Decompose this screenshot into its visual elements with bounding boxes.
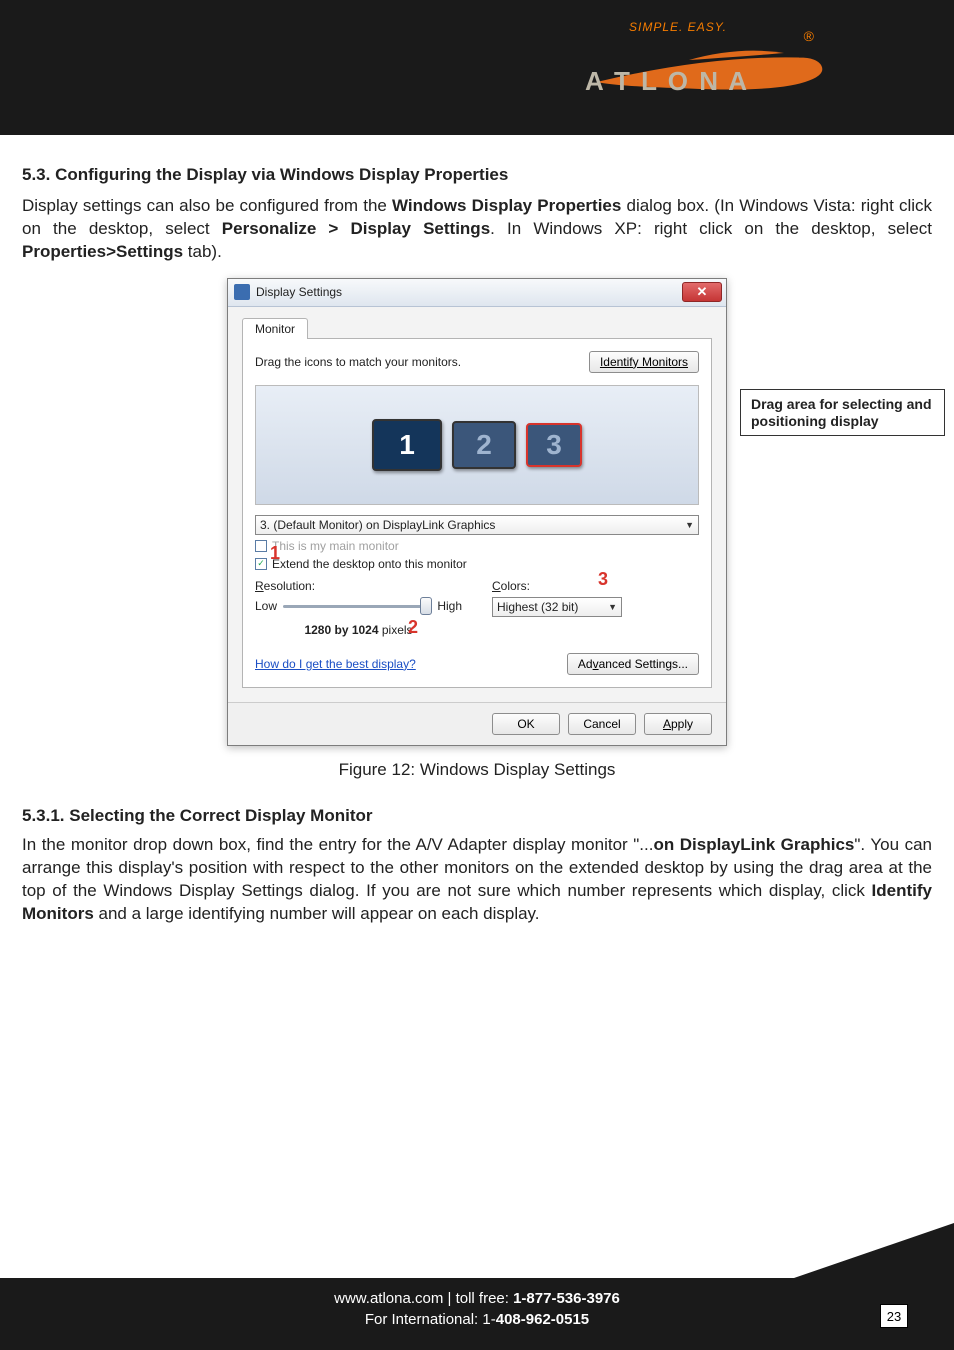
chevron-down-icon: ▼ [608,602,617,612]
text: pply [671,717,693,731]
slider-low: Low [255,599,277,613]
monitor-1-icon[interactable]: 1 [372,419,442,471]
svg-text:A T L O N A: A T L O N A [585,66,749,96]
resolution-slider[interactable]: Low High [255,595,462,619]
advanced-settings-button[interactable]: Advanced Settings... [567,653,699,675]
brand-tagline: SIMPLE. EASY. [629,20,829,34]
slider-thumb-icon[interactable] [420,597,432,615]
monitor-drag-area[interactable]: 1 2 3 [255,385,699,505]
text: olors: [501,579,530,593]
ok-button[interactable]: OK [492,713,560,735]
tab-monitor[interactable]: Monitor [242,318,308,339]
checkbox-label: This is my main monitor [272,539,399,553]
text-bold: 1-877-536-3976 [513,1290,620,1307]
display-settings-dialog: 1 2 3 Drag area for selecting and positi… [227,278,727,746]
text: In the monitor drop down box, find the e… [22,835,653,854]
help-link[interactable]: How do I get the best display? [255,657,416,671]
callout-drag-area: Drag area for selecting and positioning … [740,389,945,437]
section-heading: 5.3. Configuring the Display via Windows… [22,165,932,185]
dropdown-value: 3. (Default Monitor) on DisplayLink Grap… [260,518,495,532]
chevron-down-icon: ▼ [685,520,694,530]
text: Ad [578,657,593,671]
subsection-paragraph: In the monitor drop down box, find the e… [22,834,932,926]
page-footer: www.atlona.com | toll free: 1-877-536-39… [0,1278,954,1350]
checkbox-extend-desktop[interactable]: ✓ Extend the desktop onto this monitor [255,557,699,571]
text: 1280 by 1024 [304,623,378,637]
resolution-label: Resolution: [255,579,315,593]
checkbox-icon [255,540,267,552]
header-band: SIMPLE. EASY. A T L O N A ® [0,0,954,135]
checkbox-main-monitor: This is my main monitor [255,539,699,553]
close-button[interactable]: ✕ [682,282,722,302]
footer-slope [794,1223,954,1278]
text: esolution: [264,579,315,593]
footer-text: www.atlona.com | toll free: 1-877-536-39… [0,1290,954,1328]
slider-track [283,605,432,608]
text: A [663,717,671,731]
close-icon: ✕ [697,284,708,300]
resolution-value: 1280 by 1024 pixels [255,623,462,637]
subsection-heading: 5.3.1. Selecting the Correct Display Mon… [22,806,932,826]
figure-caption: Figure 12: Windows Display Settings [22,760,932,780]
text: anced Settings... [599,657,688,671]
drag-instruction: Drag the icons to match your monitors. [255,355,461,369]
dialog-title: Display Settings [256,285,342,299]
brand-logo: SIMPLE. EASY. A T L O N A [569,20,829,110]
text: . In Windows XP: right click on the desk… [490,219,932,238]
colors-value: Highest (32 bit) [497,600,578,614]
monitor-2-icon[interactable]: 2 [452,421,516,469]
identify-label: Identify Monitors [600,355,688,369]
section-paragraph: Display settings can also be configured … [22,195,932,264]
callout-2: 2 [408,617,418,638]
colors-dropdown[interactable]: Highest (32 bit) ▼ [492,597,622,617]
callout-3: 3 [598,569,608,590]
text-bold: Properties>Settings [22,242,183,261]
text-bold: Personalize > Display Settings [222,219,490,238]
text: tab). [183,242,222,261]
text-bold: Windows Display Properties [392,196,621,215]
text-bold: on DisplayLink Graphics [653,835,854,854]
registered-icon: ® [804,28,814,44]
text: C [492,579,501,593]
text: and a large identifying number will appe… [94,904,540,923]
callout-1: 1 [270,543,280,564]
app-icon [234,284,250,300]
monitor-dropdown[interactable]: 3. (Default Monitor) on DisplayLink Grap… [255,515,699,535]
checkbox-icon: ✓ [255,558,267,570]
text: R [255,579,264,593]
text: For International: 1- [365,1311,496,1328]
slider-high: High [437,599,462,613]
apply-button[interactable]: Apply [644,713,712,735]
atlona-logo-icon: A T L O N A [569,38,829,98]
colors-label: Colors: [492,579,530,593]
text: Display settings can also be configured … [22,196,392,215]
text: www.atlona.com | toll free: [334,1290,513,1307]
text-bold: 408-962-0515 [496,1311,589,1328]
cancel-button[interactable]: Cancel [568,713,636,735]
dialog-titlebar[interactable]: Display Settings ✕ [228,279,726,307]
page-number: 23 [880,1304,908,1328]
identify-monitors-button[interactable]: Identify Monitors [589,351,699,373]
checkbox-label: Extend the desktop onto this monitor [272,557,467,571]
monitor-3-icon[interactable]: 3 [526,423,582,467]
